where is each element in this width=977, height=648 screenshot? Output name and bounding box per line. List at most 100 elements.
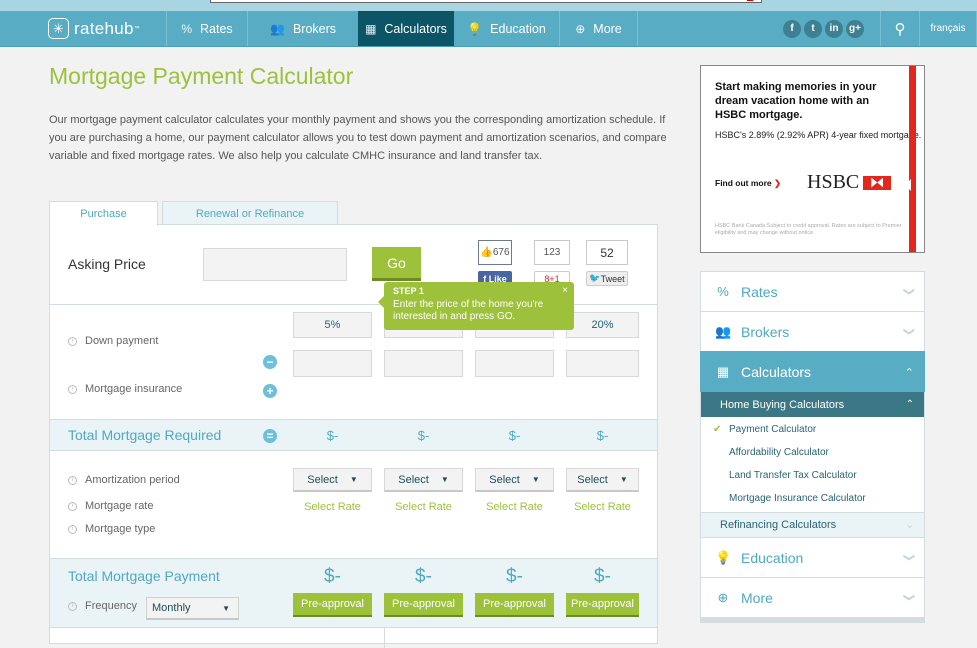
go-button[interactable]: Go: [372, 247, 421, 281]
frequency-label: i Frequency: [68, 600, 137, 612]
amortization-select-1[interactable]: Select ▼: [293, 468, 372, 492]
total-payment-3: $-: [506, 566, 523, 587]
ad-subtext: HSBC's 2.89% (2.92% APR) 4-year fixed mo…: [715, 130, 922, 140]
info-icon[interactable]: i: [68, 524, 77, 534]
info-icon[interactable]: i: [68, 501, 77, 511]
percent-icon: %: [717, 284, 729, 299]
info-icon[interactable]: i: [68, 336, 77, 346]
step-tooltip: STEP 1 Enter the price of the home you'r…: [378, 282, 574, 330]
total-required-label: Total Mortgage Required: [68, 427, 222, 443]
linkedin-icon[interactable]: in: [825, 19, 843, 38]
total-payment-4: $-: [594, 566, 611, 587]
total-required-3: $-: [508, 428, 521, 443]
hsbc-hexagon-icon: [863, 175, 892, 190]
caret-down-icon: ▼: [349, 475, 358, 484]
select-rate-link-1[interactable]: Select Rate: [293, 501, 372, 513]
plus-circle-icon: ⊕: [575, 21, 586, 36]
twitter-bird-icon: 🐦: [589, 273, 601, 283]
sidebar-item-rates[interactable]: % Rates ❯: [700, 271, 925, 311]
language-toggle[interactable]: français: [920, 11, 976, 46]
nav-more[interactable]: ⊕ More: [560, 11, 637, 46]
down-payment-label: i Down payment: [68, 335, 158, 347]
people-icon: 👥: [715, 323, 732, 339]
nav-rates[interactable]: % Rates: [167, 11, 247, 46]
hsbc-ad[interactable]: Start making memories in your dream vaca…: [700, 65, 925, 253]
chevron-up-icon: ⌃: [904, 366, 914, 379]
down-payment-amount-3[interactable]: [475, 350, 554, 377]
sidebar-item-calculators[interactable]: ▦ Calculators ⌃: [700, 351, 925, 392]
chevron-up-icon: ⌃: [905, 399, 914, 410]
amortization-select-2[interactable]: Select ▼: [384, 468, 463, 492]
tweet-count: 52: [586, 240, 628, 265]
caret-down-icon: ▼: [619, 475, 628, 484]
info-icon[interactable]: i: [68, 601, 77, 611]
google-plus-count: 123: [534, 240, 570, 265]
search-icon[interactable]: ⚲: [881, 11, 919, 46]
select-rate-link-2[interactable]: Select Rate: [384, 501, 463, 513]
nav-brokers[interactable]: 👥 Brokers: [248, 11, 358, 46]
down-payment-pct-4[interactable]: 20%: [566, 312, 639, 338]
home-buying-calculators-header[interactable]: Home Buying Calculators ⌃: [700, 392, 925, 417]
total-required-2: $-: [417, 428, 430, 443]
total-payment-1: $-: [324, 566, 341, 587]
sidebar-item-education[interactable]: 💡 Education ❯: [700, 537, 925, 577]
down-payment-amount-1[interactable]: [293, 350, 372, 377]
link-mortgage-insurance-calculator[interactable]: Mortgage Insurance Calculator: [701, 487, 924, 510]
link-land-transfer-tax-calculator[interactable]: Land Transfer Tax Calculator: [701, 464, 924, 487]
close-icon[interactable]: ×: [562, 285, 568, 296]
info-icon[interactable]: i: [68, 475, 77, 485]
equals-circle-icon: =: [263, 429, 277, 443]
total-mortgage-required-row: Total Mortgage Required = $- $- $- $-: [50, 419, 657, 451]
chevron-down-icon: ❯: [902, 286, 915, 297]
logo-text: ratehub: [74, 18, 134, 38]
page-intro: Our mortgage payment calculator calculat…: [49, 114, 667, 162]
caret-down-icon: ▼: [222, 603, 230, 613]
select-rate-link-4[interactable]: Select Rate: [566, 501, 639, 513]
main-navbar: ✳ ratehub ™ % Rates 👥 Brokers ▦ Calculato…: [0, 11, 977, 47]
ad-fine-print: HSBC Bank Canada Subject to credit appro…: [715, 223, 902, 236]
link-payment-calculator[interactable]: ✔ Payment Calculator: [701, 418, 924, 441]
facebook-icon[interactable]: f: [783, 19, 801, 38]
total-payment-2: $-: [415, 566, 432, 587]
home-buying-links: ✔ Payment Calculator Affordability Calcul…: [700, 417, 925, 512]
refinancing-calculators-header[interactable]: Refinancing Calculators ⌄: [700, 512, 925, 537]
ad-find-out-more[interactable]: Find out more ❯: [715, 178, 781, 189]
sidebar-item-brokers[interactable]: 👥 Brokers ❯: [700, 311, 925, 351]
browser-top-strip: [0, 0, 977, 11]
preapproval-button-1[interactable]: Pre-approval: [293, 593, 372, 617]
tab-renewal-refinance[interactable]: Renewal or Refinance: [162, 201, 338, 225]
facebook-like-count: 👍 676: [478, 240, 512, 265]
ratehub-logo[interactable]: ✳ ratehub ™: [0, 11, 166, 46]
divider: [384, 628, 385, 648]
twitter-icon[interactable]: t: [804, 19, 822, 38]
google-plus-icon[interactable]: g+: [846, 19, 864, 38]
people-icon: 👥: [269, 21, 285, 36]
tab-purchase[interactable]: Purchase: [49, 201, 158, 226]
link-affordability-calculator[interactable]: Affordability Calculator: [701, 441, 924, 464]
amortization-select-4[interactable]: Select ▼: [566, 468, 639, 492]
minus-circle-icon[interactable]: −: [263, 355, 277, 369]
down-payment-amount-4[interactable]: [566, 350, 639, 377]
lightbulb-icon: 💡: [467, 21, 483, 36]
amortization-select-3[interactable]: Select ▼: [475, 468, 554, 492]
plus-circle-icon[interactable]: +: [263, 384, 277, 398]
caret-down-icon: ▼: [440, 475, 449, 484]
down-payment-amount-2[interactable]: [384, 350, 463, 377]
chevron-down-icon: ❯: [902, 552, 915, 563]
tweet-button[interactable]: 🐦 Tweet: [586, 271, 628, 286]
asking-price-input[interactable]: [203, 248, 347, 281]
nav-education[interactable]: 💡 Education: [454, 11, 559, 46]
preapproval-button-3[interactable]: Pre-approval: [475, 593, 554, 617]
nav-calculators[interactable]: ▦ Calculators: [358, 11, 454, 46]
select-rate-link-3[interactable]: Select Rate: [475, 501, 554, 513]
frequency-select[interactable]: Monthly ▼: [146, 597, 239, 620]
info-icon[interactable]: i: [68, 384, 77, 394]
check-icon: ✔: [713, 424, 722, 435]
top-search-remnant: [210, 0, 762, 3]
mortgage-rate-label: i Mortgage rate: [68, 500, 153, 512]
sidebar-item-more[interactable]: ⊕ More ❯: [700, 577, 925, 617]
preapproval-button-4[interactable]: Pre-approval: [566, 593, 639, 617]
down-payment-pct-1[interactable]: 5%: [293, 312, 372, 338]
ad-red-bar: [909, 66, 916, 252]
preapproval-button-2[interactable]: Pre-approval: [384, 593, 463, 617]
